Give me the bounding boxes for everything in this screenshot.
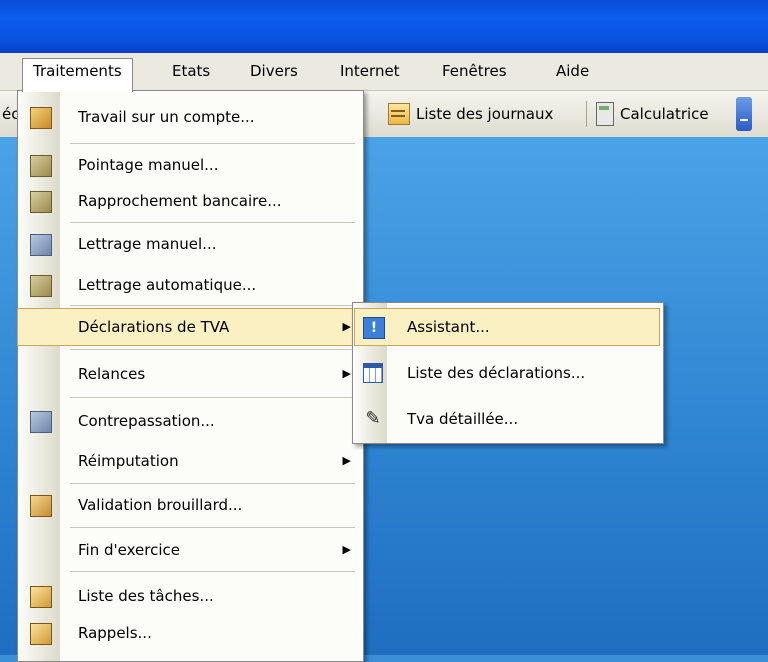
submenu-item-assistant[interactable]: ! Assistant... [354,308,660,346]
submenu-item-label: Assistant... [407,318,490,336]
menu-fenetres-label: Fenêtres [442,62,507,80]
menu-item-pointage-manuel[interactable]: Pointage manuel... [18,147,363,183]
menu-separator [70,571,355,572]
toolbar-separator [586,101,587,127]
menu-item-label: Lettrage automatique... [78,276,257,294]
menu-separator [70,483,355,484]
menu-item-reimputation[interactable]: Réimputation ▶ [18,443,363,479]
journaux-button[interactable]: Liste des journaux [388,100,553,128]
window-titlebar [0,0,768,53]
menu-item-rappels[interactable]: Rappels... [18,615,363,651]
menu-item-travail-compte[interactable]: Travail sur un compte... [18,99,363,135]
menu-item-label: Fin d'exercice [78,541,180,559]
menu-aide-label: Aide [556,62,590,80]
manual-check-icon [30,155,52,177]
submenu-item-label: Liste des déclarations... [407,364,586,382]
menu-item-label: Validation brouillard... [78,496,243,514]
menu-item-rapprochement-bancaire[interactable]: Rapprochement bancaire... [18,183,363,219]
calculator-icon [596,102,614,126]
submenu-item-liste-declarations[interactable]: Liste des déclarations... [355,355,659,391]
menu-internet[interactable]: Internet [330,59,410,83]
submenu-arrow-icon: ▶ [342,320,351,333]
menu-item-label: Travail sur un compte... [78,108,255,126]
menu-traitements[interactable]: Traitements [22,58,133,92]
menu-separator [70,397,355,398]
calculatrice-button[interactable]: Calculatrice [596,100,709,128]
exclamation-icon: ! [363,317,385,339]
journaux-label: Liste des journaux [416,105,554,123]
menu-item-fin-exercice[interactable]: Fin d'exercice ▶ [18,532,363,568]
menu-separator [70,143,355,144]
menu-item-validation-brouillard[interactable]: Validation brouillard... [18,487,363,523]
menu-item-label: Pointage manuel... [78,156,219,174]
reminders-icon [30,623,52,645]
menu-item-label: Lettrage manuel... [78,235,217,253]
traitements-dropdown: Travail sur un compte... Pointage manuel… [17,90,364,662]
reversal-icon [30,411,52,433]
submenu-arrow-icon: ▶ [342,367,351,380]
bank-reconcile-icon [30,191,52,213]
submenu-item-label: Tva détaillée... [407,410,519,428]
draft-validation-icon [30,495,52,517]
menu-item-label: Liste des tâches... [78,587,214,605]
submenu-item-tva-detaillee[interactable]: ✎ Tva détaillée... [355,401,659,437]
tva-submenu: ! Assistant... Liste des déclarations...… [352,302,664,444]
menu-fenetres[interactable]: Fenêtres [432,59,517,83]
menu-separator [70,222,355,223]
auto-lettering-icon [30,275,52,297]
menu-item-lettrage-automatique[interactable]: Lettrage automatique... [18,267,363,303]
menu-item-contrepassation[interactable]: Contrepassation... [18,403,363,439]
menu-separator [70,349,355,350]
menu-item-label: Contrepassation... [78,412,215,430]
menu-aide[interactable]: Aide [546,59,599,83]
menu-divers-label: Divers [250,62,298,80]
menu-traitements-label: Traitements [33,62,122,80]
list-grid-icon [363,363,383,383]
submenu-arrow-icon: ▶ [342,543,351,556]
menu-separator [70,305,355,306]
menu-etats[interactable]: Etats [162,59,220,83]
menu-item-lettrage-manuel[interactable]: Lettrage manuel... [18,226,363,262]
account-work-icon [30,107,52,129]
menu-item-liste-taches[interactable]: Liste des tâches... [18,578,363,614]
tva-detail-icon: ✎ [365,408,381,429]
menu-item-label: Réimputation [78,452,179,470]
toolbar-overflow-button[interactable] [736,97,752,131]
menu-item-label: Rapprochement bancaire... [78,192,282,210]
task-list-icon [30,586,52,608]
menu-etats-label: Etats [172,62,211,80]
journal-icon [388,103,410,125]
menu-bar: Traitements Etats Divers Internet Fenêtr… [0,53,768,92]
menu-internet-label: Internet [340,62,400,80]
menu-item-relances[interactable]: Relances ▶ [18,356,363,392]
menu-item-declarations-tva[interactable]: Déclarations de TVA ▶ [17,308,364,346]
menu-separator [70,527,355,528]
manual-lettering-icon [30,234,52,256]
submenu-arrow-icon: ▶ [342,454,351,467]
menu-divers[interactable]: Divers [240,59,308,83]
menu-item-label: Rappels... [78,624,152,642]
calculatrice-label: Calculatrice [620,105,709,123]
menu-item-label: Relances [78,365,146,383]
menu-item-label: Déclarations de TVA [78,318,230,336]
